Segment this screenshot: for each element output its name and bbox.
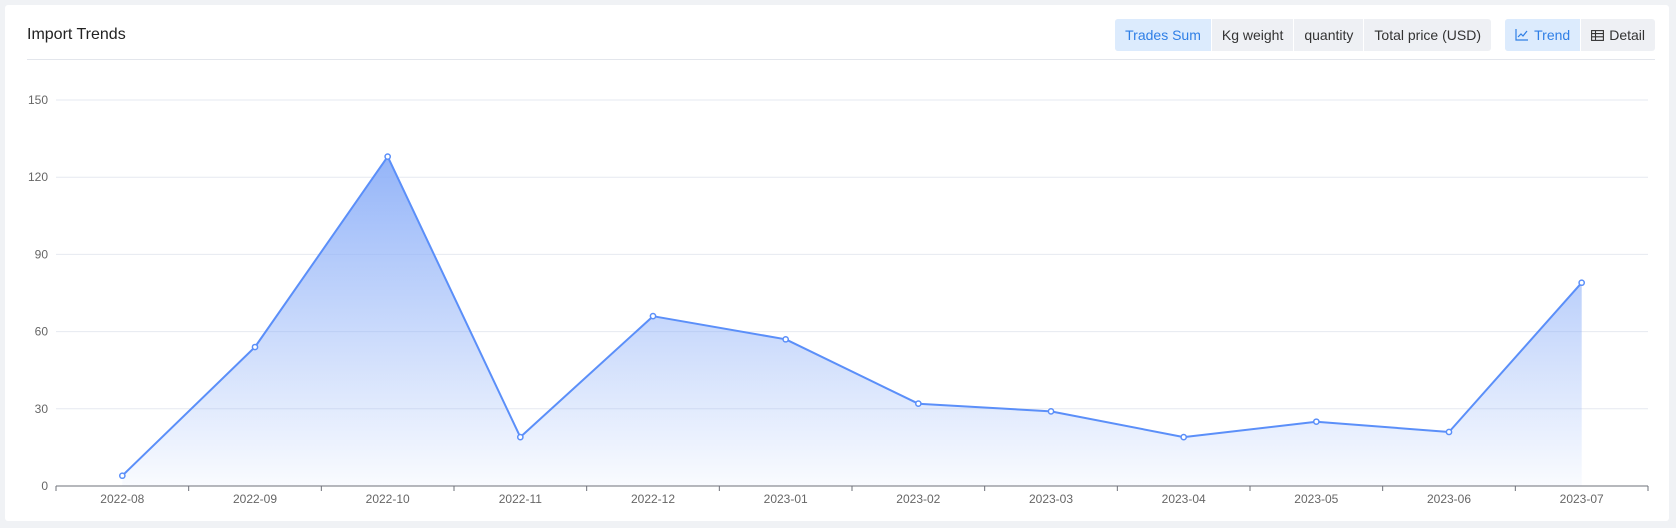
x-tick-label: 2023-05 (1294, 492, 1338, 506)
x-tick-label: 2023-07 (1560, 492, 1604, 506)
x-tick-label: 2022-08 (100, 492, 144, 506)
import-trend-chart: 0 30 60 90 120 150 2022-08 2022-09 2022-10 2022-1… (28, 93, 1649, 506)
x-tick-label: 2022-10 (366, 492, 410, 506)
series-area (122, 156, 1582, 486)
y-tick-label: 60 (35, 325, 49, 339)
x-tick-label: 2023-03 (1029, 492, 1073, 506)
data-point (516, 433, 524, 441)
data-point (1312, 418, 1320, 426)
data-point (1180, 433, 1188, 441)
data-point (384, 153, 392, 160)
data-point (1445, 428, 1453, 436)
data-point (782, 335, 790, 343)
data-point (251, 343, 259, 351)
x-tick-label: 2023-06 (1427, 492, 1471, 506)
x-tick-label: 2023-01 (764, 492, 808, 506)
x-tick-label: 2022-12 (631, 492, 675, 506)
data-point (649, 312, 657, 320)
data-point (1578, 279, 1586, 287)
data-point (1047, 408, 1055, 415)
x-tick-label: 2022-11 (499, 492, 542, 506)
y-tick-label: 150 (28, 93, 48, 107)
y-tick-label: 0 (41, 479, 48, 493)
data-point (118, 472, 126, 480)
y-tick-label: 30 (35, 402, 49, 416)
y-tick-label: 120 (28, 170, 48, 184)
x-tick-label: 2023-04 (1162, 492, 1206, 506)
y-tick-label: 90 (35, 247, 49, 261)
data-point (914, 400, 922, 408)
x-tick-label: 2022-09 (233, 492, 277, 506)
x-tick-label: 2023-02 (896, 492, 940, 506)
